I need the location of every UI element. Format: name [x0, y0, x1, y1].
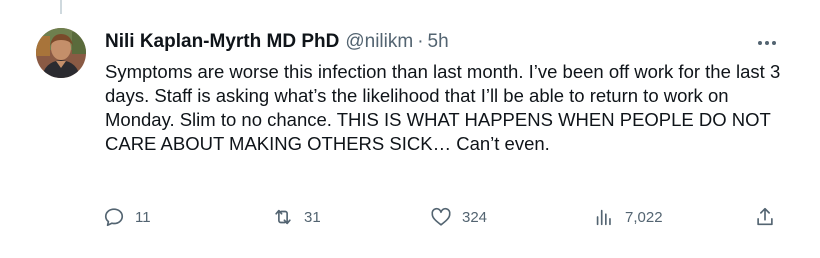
views-icon [593, 206, 615, 228]
share-icon [754, 206, 776, 228]
thread-connector-line [60, 0, 62, 14]
more-options-button[interactable] [752, 30, 782, 56]
reply-count: 11 [135, 208, 151, 226]
more-horizontal-icon [758, 41, 776, 45]
views-button[interactable]: 7,022 [593, 202, 663, 232]
tweet[interactable]: Nili Kaplan-Myrth MD PhD @nilikm · 5h Sy… [0, 16, 820, 258]
reply-icon [103, 206, 125, 228]
author-display-name[interactable]: Nili Kaplan-Myrth MD PhD [105, 29, 339, 55]
profile-photo-icon [36, 28, 86, 78]
tweet-actions: 11 31 324 7,022 [0, 202, 820, 232]
tweet-header: Nili Kaplan-Myrth MD PhD @nilikm · 5h [105, 29, 449, 55]
tweet-text: Symptoms are worse this infection than l… [105, 61, 781, 154]
like-count: 324 [462, 208, 488, 226]
tweet-timestamp[interactable]: 5h [428, 29, 449, 55]
author-handle[interactable]: @nilikm [345, 29, 413, 55]
like-button[interactable]: 324 [430, 202, 487, 232]
heart-icon [430, 206, 452, 228]
retweet-icon [272, 206, 294, 228]
reply-button[interactable]: 11 [103, 202, 151, 232]
views-count: 7,022 [625, 208, 663, 226]
avatar[interactable] [36, 28, 86, 78]
retweet-count: 31 [304, 208, 321, 226]
retweet-button[interactable]: 31 [272, 202, 321, 232]
separator-dot: · [417, 31, 424, 52]
share-button[interactable] [754, 202, 776, 232]
